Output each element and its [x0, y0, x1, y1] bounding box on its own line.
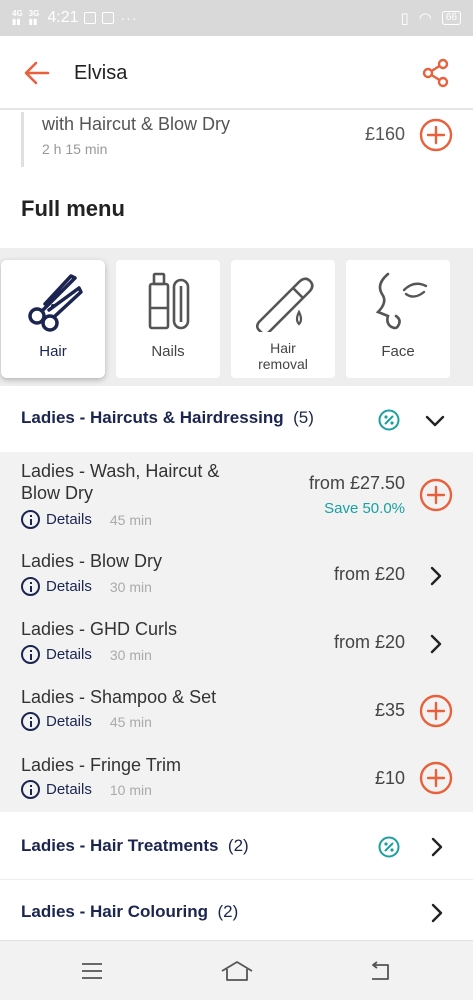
- back-nav-icon[interactable]: [368, 959, 392, 983]
- info-icon: [21, 577, 40, 596]
- service-name: Ladies - Blow Dry: [21, 551, 163, 571]
- service-price: from £27.50: [308, 473, 405, 493]
- menu-icon[interactable]: [80, 959, 104, 983]
- vibrate-icon: ▯: [400, 10, 409, 27]
- chevron-down-icon[interactable]: [424, 410, 446, 432]
- info-icon: [21, 780, 40, 799]
- mail-notification-icon: [102, 12, 115, 24]
- face-icon: [375, 272, 428, 330]
- page-title: Elvisa: [74, 62, 128, 84]
- nail-polish-icon: [148, 272, 190, 330]
- service-name: Ladies - Shampoo & Set: [21, 687, 217, 707]
- save-badge: Save 50.0%: [324, 500, 405, 517]
- system-nav-bar: [0, 940, 473, 1000]
- service-price: £10: [374, 768, 405, 788]
- details-link[interactable]: Details 45 min: [21, 510, 152, 529]
- service-name: Ladies - Fringe Trim: [21, 755, 182, 775]
- service-duration: 45 min: [109, 713, 152, 730]
- category-nails[interactable]: Nails: [116, 260, 220, 378]
- category-hair-removal[interactable]: Hair removal: [231, 260, 335, 378]
- category-label: Hair: [39, 343, 67, 360]
- details-link[interactable]: Details 45 min: [21, 712, 152, 731]
- share-icon[interactable]: [421, 58, 451, 88]
- razor-icon: [255, 277, 314, 332]
- service-row[interactable]: Ladies - Blow Dry Details 30 min from £2…: [0, 542, 473, 610]
- category-label: Nails: [151, 343, 185, 360]
- service-duration: 45 min: [109, 511, 152, 528]
- package-item-duration: 2 h 15 min: [42, 141, 108, 157]
- full-menu-heading: Full menu: [21, 196, 125, 221]
- section-title: Ladies - Hair Treatments (2): [21, 836, 249, 855]
- add-package-button[interactable]: [419, 118, 453, 152]
- info-icon: [21, 645, 40, 664]
- clock: 4:21: [47, 9, 79, 26]
- service-row[interactable]: Ladies - Wash, Haircut & Blow Dry Detail…: [0, 452, 473, 542]
- chevron-right-icon[interactable]: [425, 565, 447, 587]
- category-hair[interactable]: Hair: [1, 260, 105, 378]
- section-title: Ladies - Haircuts & Hairdressing (5): [21, 408, 314, 427]
- more-notifications-icon: ···: [120, 10, 138, 26]
- category-label: Hair removal: [258, 340, 308, 372]
- package-item-name: with Haircut & Blow Dry: [42, 114, 231, 134]
- details-link[interactable]: Details 30 min: [21, 577, 152, 596]
- info-icon: [21, 712, 40, 731]
- section-haircuts-header[interactable]: Ladies - Haircuts & Hairdressing (5): [0, 386, 473, 452]
- discount-icon: [378, 409, 400, 431]
- section-treatments-header[interactable]: Ladies - Hair Treatments (2): [0, 812, 473, 880]
- app-bar: Elvisa: [0, 36, 473, 110]
- service-duration: 10 min: [109, 781, 152, 798]
- back-arrow-icon[interactable]: [22, 58, 52, 88]
- category-face[interactable]: Face: [346, 260, 450, 378]
- service-price: £35: [374, 700, 405, 720]
- details-link[interactable]: Details 30 min: [21, 645, 152, 664]
- photo-notification-icon: [84, 12, 97, 24]
- service-duration: 30 min: [109, 646, 152, 663]
- category-label: Face: [381, 343, 415, 360]
- discount-icon: [378, 836, 400, 858]
- signal-3g-icon: 3G ▮▮: [28, 9, 40, 26]
- wifi-icon: ◠: [418, 10, 432, 27]
- details-link[interactable]: Details 10 min: [21, 780, 152, 799]
- add-service-button[interactable]: [419, 478, 453, 512]
- chevron-right-icon[interactable]: [426, 836, 448, 858]
- service-list: Ladies - Wash, Haircut & Blow Dry Detail…: [0, 452, 473, 812]
- section-colouring-header[interactable]: Ladies - Hair Colouring (2): [0, 880, 473, 940]
- package-item-price: £160: [364, 124, 405, 144]
- chevron-right-icon[interactable]: [426, 902, 448, 924]
- service-price: from £20: [333, 564, 405, 584]
- scissors-icon: [28, 274, 83, 332]
- service-duration: 30 min: [109, 578, 152, 595]
- service-row[interactable]: Ladies - Fringe Trim Details 10 min £10: [0, 746, 473, 812]
- service-price: from £20: [333, 632, 405, 652]
- service-name: Ladies - Wash, Haircut & Blow Dry: [21, 461, 220, 503]
- chevron-right-icon[interactable]: [425, 633, 447, 655]
- add-service-button[interactable]: [419, 694, 453, 728]
- service-row[interactable]: Ladies - GHD Curls Details 30 min from £…: [0, 610, 473, 678]
- add-service-button[interactable]: [419, 761, 453, 795]
- service-name: Ladies - GHD Curls: [21, 619, 178, 639]
- home-icon[interactable]: [220, 959, 254, 983]
- package-indent-bar: [21, 112, 24, 167]
- category-bar: Hair Nails Hair removal Face: [0, 248, 473, 386]
- info-icon: [21, 510, 40, 529]
- service-row[interactable]: Ladies - Shampoo & Set Details 45 min £3…: [0, 678, 473, 746]
- battery-icon: 66: [441, 11, 461, 25]
- signal-4g-icon: 4G ▮▮: [12, 9, 23, 26]
- package-item[interactable]: with Haircut & Blow Dry 2 h 15 min £160: [0, 112, 473, 167]
- section-title: Ladies - Hair Colouring (2): [21, 902, 239, 921]
- status-bar: 4G ▮▮ 3G ▮▮ 4:21 ··· ▯ ◠ 66: [0, 0, 473, 36]
